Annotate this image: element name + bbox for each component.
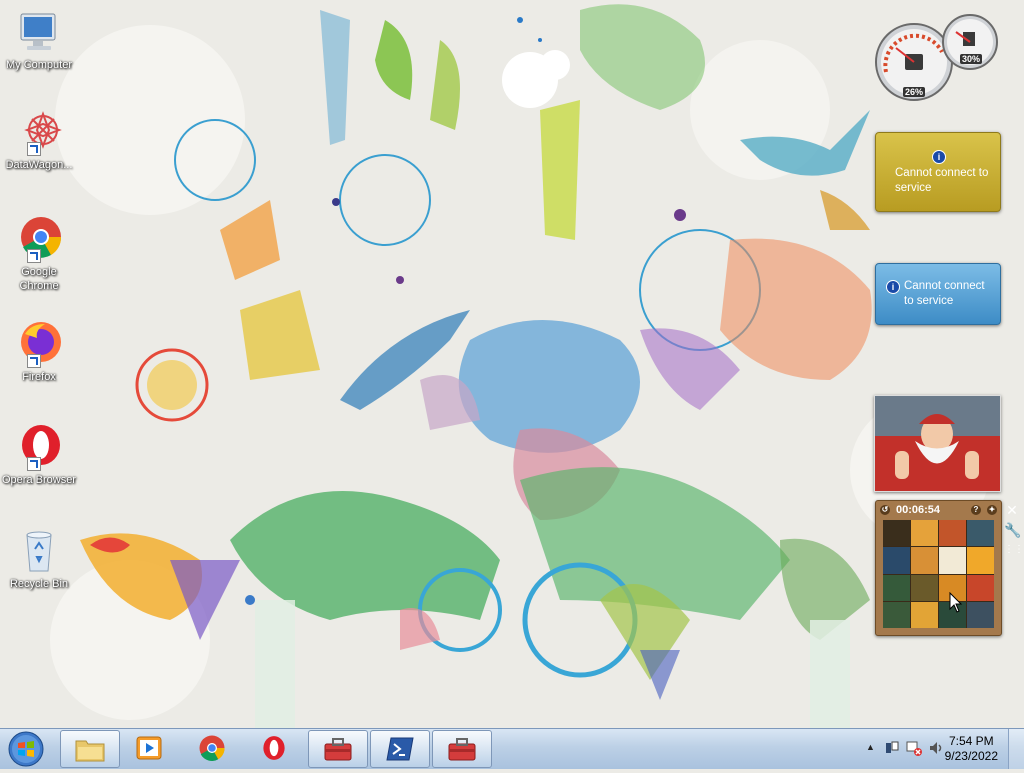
options-wrench-icon[interactable]: 🔧 [1004,522,1021,538]
system-tray: ▲ 7:54 PM 9/23/2022 [844,729,1024,769]
help-icon[interactable]: ? [971,505,981,515]
taskbar-media-player[interactable] [120,730,178,766]
chrome-icon [15,215,63,263]
news-message: Cannot connect to service [904,280,985,307]
start-button[interactable] [4,730,48,768]
windows-logo-icon [8,731,44,767]
slideshow-image [875,396,1000,491]
cpu-usage-value: 26% [903,87,926,97]
folder-icon [75,740,105,762]
drag-handle-icon[interactable]: ⋮⋮ [1004,542,1024,558]
puzzle-timer: 00:06:54 [896,504,941,516]
shortcut-arrow-icon [27,354,41,368]
taskbar-toolbox-app-2[interactable] [432,730,492,768]
taskbar-windows-explorer[interactable] [60,730,120,768]
shortcut-arrow-icon [27,249,41,263]
picture-puzzle-gadget[interactable]: ↺ 00:06:54 ? ✦ [875,500,1002,636]
taskbar-toolbox-app-1[interactable] [308,730,368,768]
info-icon: i [886,280,900,294]
desktop-icon-google-chrome[interactable]: Google Chrome [2,215,76,293]
media-player-icon [136,736,162,760]
mouse-cursor-icon [949,592,963,613]
desktop-icon-opera[interactable]: Opera Browser [2,423,76,487]
chrome-icon [199,735,225,762]
desktop-icon-label: DataWagon... [5,159,73,171]
volume-icon[interactable] [928,740,944,756]
taskbar-powershell[interactable] [370,730,430,768]
gadget-controls: ✕ 🔧 ⋮⋮ [1004,502,1024,562]
desktop-icon-label: Opera Browser [2,474,76,486]
taskbar: ▲ 7:54 PM 9/23/2022 [0,728,1024,769]
desktop-icon-firefox[interactable]: Firefox [2,320,76,384]
recycle-bin-icon [15,527,63,575]
desktop-icon-label: My Computer [5,59,73,71]
taskbar-google-chrome[interactable] [183,730,241,766]
desktop-icon-label: Recycle Bin [9,578,69,590]
desktop-icon-recycle-bin[interactable]: Recycle Bin [2,527,76,591]
desktop-icon-datawagon[interactable]: DataWagon... [2,108,76,172]
memory-usage-value: 30% [960,54,983,64]
info-icon: i [932,150,946,164]
puzzle-board[interactable] [883,520,994,628]
system-clock[interactable]: 7:54 PM 9/23/2022 [945,734,998,764]
news-gadget-gold[interactable]: i Cannot connect to service [875,132,1001,212]
toolbox-icon [324,738,352,761]
desktop-icon-my-computer[interactable]: My Computer [2,8,76,72]
powershell-icon [386,737,414,761]
shortcut-arrow-icon [27,142,41,156]
desktop-wallpaper [0,0,1024,728]
show-hidden-icons-icon[interactable]: ▲ [866,742,875,752]
reset-icon[interactable]: ↺ [880,505,890,515]
firefox-icon [15,320,63,368]
computer-icon [15,8,63,56]
cpu-meter-gadget[interactable]: 26% 30% [874,12,1004,102]
opera-icon [263,736,285,760]
show-desktop-button[interactable] [1008,729,1024,769]
toolbox-icon [448,738,476,761]
clock-time: 7:54 PM [948,734,994,748]
solve-icon[interactable]: ✦ [987,505,997,515]
desktop-icon-label: Firefox [22,371,56,383]
datawagon-icon [15,108,63,156]
shortcut-arrow-icon [27,457,41,471]
desktop-icon-label: Google Chrome [19,266,59,292]
taskbar-opera[interactable] [245,730,303,766]
opera-icon [15,423,63,471]
news-gadget-blue[interactable]: i Cannot connect to service [875,263,1001,325]
network-error-icon[interactable] [906,740,922,756]
clock-date: 9/23/2022 [944,749,998,763]
action-center-flag-icon[interactable] [884,740,900,756]
slideshow-gadget[interactable] [874,395,1001,492]
news-message: Cannot connect to service [895,167,989,194]
close-icon[interactable]: ✕ [1004,502,1020,518]
